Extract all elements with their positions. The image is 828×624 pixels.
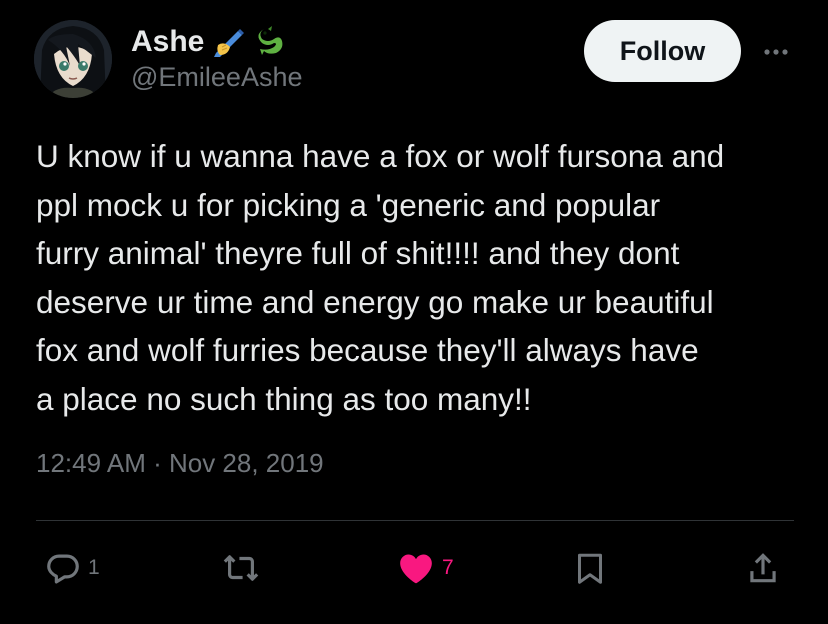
user-handle[interactable]: @EmileeAshe [131, 62, 302, 93]
like-count: 7 [442, 556, 454, 579]
tweet: Ashe @EmileeAshe Follow U know if u wann… [0, 0, 828, 624]
retweet-button[interactable] [221, 548, 267, 588]
tweet-timestamp[interactable]: 12:49 AM · Nov 28, 2019 [36, 448, 324, 479]
tweet-text: U know if u wanna have a fox or wolf fur… [36, 138, 725, 417]
bookmark-icon [578, 553, 602, 584]
reply-button[interactable]: 1 [44, 548, 100, 588]
heart-icon [400, 554, 432, 584]
writing-hand-emoji [212, 25, 246, 59]
share-icon [750, 553, 776, 583]
reply-icon [47, 554, 79, 584]
share-button[interactable] [744, 548, 782, 588]
bottom-edge [0, 614, 828, 624]
like-button[interactable]: 7 [396, 548, 454, 588]
reply-count: 1 [88, 556, 100, 579]
divider [36, 520, 794, 521]
display-name-text: Ashe [131, 25, 205, 58]
bookmark-button[interactable] [572, 548, 608, 588]
dragon-emoji [254, 25, 288, 59]
avatar-image [34, 20, 112, 98]
display-name[interactable]: Ashe [131, 22, 288, 62]
more-dots-icon [764, 49, 788, 55]
retweet-icon [223, 555, 259, 581]
more-button[interactable] [756, 38, 796, 66]
avatar[interactable] [34, 20, 112, 98]
follow-button[interactable]: Follow [584, 20, 741, 82]
